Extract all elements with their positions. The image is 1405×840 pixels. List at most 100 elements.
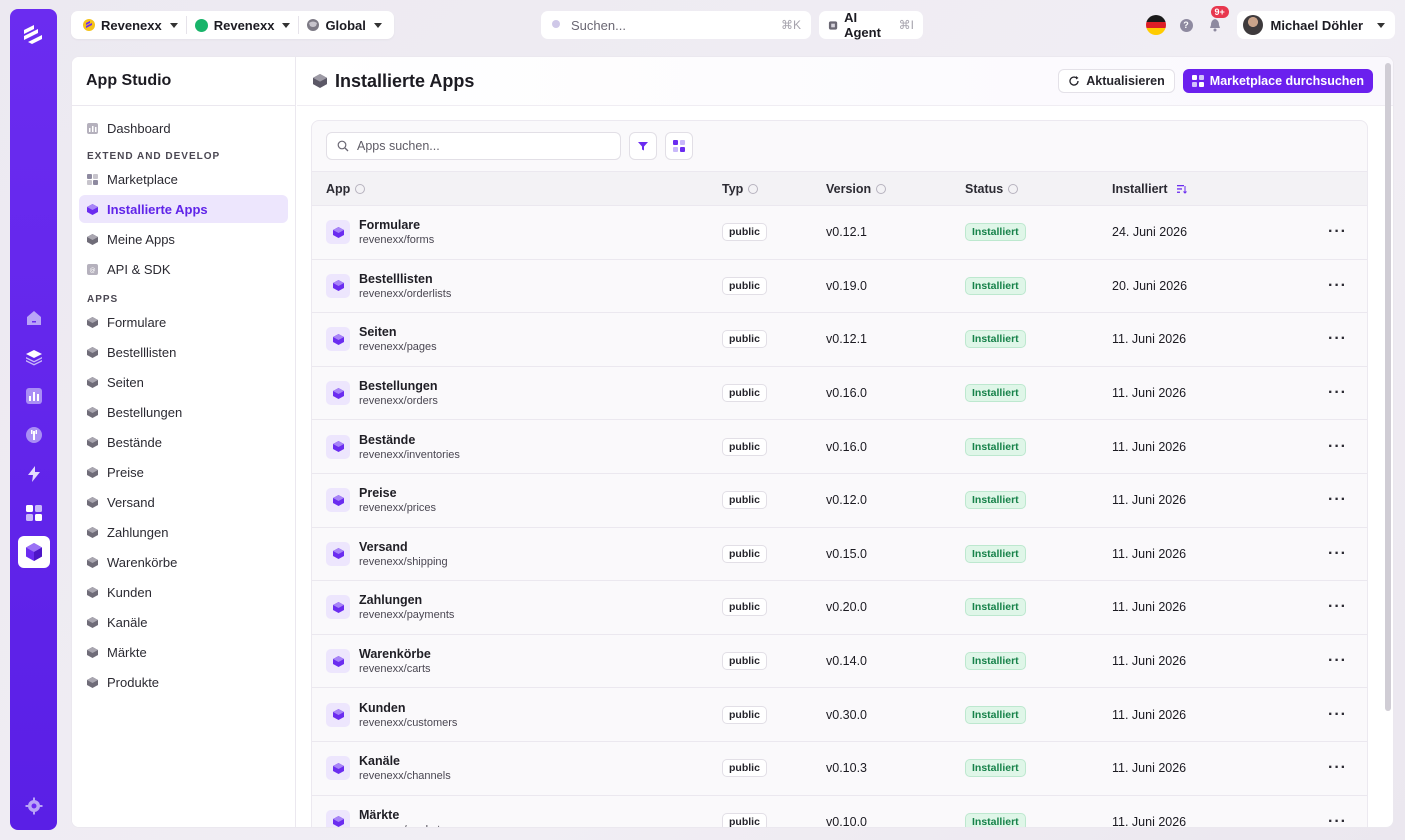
more-options-icon[interactable]: ···	[1328, 223, 1347, 240]
table-row[interactable]: Warenkörbe revenexx/carts public v0.14.0 Ins…	[312, 634, 1367, 689]
sidebar-app-item[interactable]: Kunden	[79, 578, 288, 606]
more-options-icon[interactable]: ···	[1328, 598, 1347, 615]
cell-actions: ···	[1307, 741, 1367, 796]
table-row[interactable]: Formulare revenexx/forms public v0.12.1 Inst…	[312, 205, 1367, 260]
table-row[interactable]: Preise revenexx/prices public v0.12.0 Instal…	[312, 473, 1367, 528]
more-options-icon[interactable]: ···	[1328, 384, 1347, 401]
cell-status: Installiert	[965, 527, 1112, 582]
type-badge: public	[722, 223, 767, 242]
sidebar-app-item[interactable]: Seiten	[79, 368, 288, 396]
sidebar-item-marketplace[interactable]: Marketplace	[79, 165, 288, 193]
sidebar-app-item[interactable]: Produkte	[79, 668, 288, 696]
filter-button[interactable]	[629, 132, 657, 160]
tenant-selector-1[interactable]: Revenexx	[75, 14, 186, 36]
apps-grid-icon[interactable]	[18, 497, 50, 529]
app-name[interactable]: Märkte	[359, 808, 446, 822]
table-row[interactable]: Bestände revenexx/inventories public v0.16.…	[312, 419, 1367, 474]
german-flag-icon[interactable]	[1145, 15, 1166, 35]
status-badge: Installiert	[965, 705, 1026, 724]
help-icon[interactable]: ?	[1179, 18, 1193, 32]
app-name[interactable]: Kunden	[359, 701, 457, 715]
global-search-input[interactable]: Suchen... ⌘K	[541, 11, 811, 39]
ai-agent-button[interactable]: AI Agent ⌘I	[819, 10, 923, 40]
column-app[interactable]: App	[312, 171, 722, 206]
app-name[interactable]: Formulare	[359, 218, 434, 232]
more-options-icon[interactable]: ···	[1328, 277, 1347, 294]
table-row[interactable]: Kunden revenexx/customers public v0.30.0 Ins…	[312, 687, 1367, 742]
settings-gear-icon[interactable]	[18, 794, 50, 818]
more-options-icon[interactable]: ···	[1328, 545, 1347, 562]
column-version[interactable]: Version	[826, 171, 965, 206]
table-row[interactable]: Bestelllisten revenexx/orderlists public v0…	[312, 259, 1367, 314]
cube-icon	[87, 526, 98, 538]
user-menu[interactable]: Michael Döhler	[1236, 11, 1395, 39]
app-cube-icon	[326, 809, 350, 827]
browse-marketplace-button[interactable]: Marketplace durchsuchen	[1182, 69, 1373, 93]
sidebar-app-item[interactable]: Versand	[79, 488, 288, 516]
more-options-icon[interactable]: ···	[1328, 438, 1347, 455]
sidebar-item-dashboard[interactable]: Dashboard	[79, 114, 288, 142]
table-row[interactable]: Zahlungen revenexx/payments public v0.20.0 I…	[312, 580, 1367, 635]
app-name[interactable]: Warenkörbe	[359, 647, 431, 661]
brand-logo-icon[interactable]	[19, 20, 49, 50]
browse-marketplace-label: Marketplace durchsuchen	[1209, 74, 1364, 88]
lightning-icon[interactable]	[18, 458, 50, 490]
dashboard-icon	[87, 122, 98, 134]
cell-actions: ···	[1307, 419, 1367, 474]
version-text: v0.14.0	[826, 654, 868, 669]
column-installed[interactable]: Installiert	[1112, 171, 1307, 206]
more-options-icon[interactable]: ···	[1328, 706, 1347, 723]
app-studio-cube-icon[interactable]	[17, 536, 50, 568]
cell-actions: ···	[1307, 205, 1367, 260]
sidebar-app-item[interactable]: Kanäle	[79, 608, 288, 636]
cell-status: Installiert	[965, 312, 1112, 367]
sidebar-item-api-sdk[interactable]: @ API & SDK	[79, 255, 288, 283]
plug-icon[interactable]	[18, 419, 50, 451]
sidebar-app-item[interactable]: Formulare	[79, 308, 288, 336]
tenant-selector-2[interactable]: Revenexx	[187, 14, 299, 36]
column-type[interactable]: Typ	[722, 171, 826, 206]
app-name[interactable]: Bestände	[359, 433, 460, 447]
more-options-icon[interactable]: ···	[1328, 652, 1347, 669]
sidebar-app-item[interactable]: Bestelllisten	[79, 338, 288, 366]
more-options-icon[interactable]: ···	[1328, 330, 1347, 347]
app-name[interactable]: Seiten	[359, 325, 437, 339]
sidebar-item-label: Produkte	[107, 674, 160, 690]
status-badge: Installiert	[965, 598, 1026, 617]
table-row[interactable]: Versand revenexx/shipping public v0.15.0 Ins…	[312, 527, 1367, 582]
sidebar-app-item[interactable]: Zahlungen	[79, 518, 288, 546]
view-toggle-button[interactable]	[665, 132, 693, 160]
cell-version: v0.16.0	[826, 419, 965, 474]
sidebar-app-item[interactable]: Bestellungen	[79, 398, 288, 426]
revenexx-logo-icon	[83, 19, 95, 31]
apps-search-input[interactable]: Apps suchen...	[326, 132, 621, 160]
sidebar-app-item[interactable]: Warenkörbe	[79, 548, 288, 576]
analytics-icon[interactable]	[18, 380, 50, 412]
sidebar-app-item[interactable]: Preise	[79, 458, 288, 486]
sidebar-app-item[interactable]: Bestände	[79, 428, 288, 456]
table-row[interactable]: Bestellungen revenexx/orders public v0.16.0…	[312, 366, 1367, 421]
more-options-icon[interactable]: ···	[1328, 759, 1347, 776]
scrollbar[interactable]	[1385, 63, 1391, 711]
column-status[interactable]: Status	[965, 171, 1112, 206]
sidebar-item-my-apps[interactable]: Meine Apps	[79, 225, 288, 253]
layers-icon[interactable]	[18, 341, 50, 373]
sidebar-app-item[interactable]: Märkte	[79, 638, 288, 666]
sidebar-item-installed-apps[interactable]: Installierte Apps	[79, 195, 288, 223]
table-row[interactable]: Kanäle revenexx/channels public v0.10.3 Inst…	[312, 741, 1367, 796]
app-name[interactable]: Zahlungen	[359, 593, 454, 607]
sidebar-item-label: Bestände	[107, 434, 162, 450]
more-options-icon[interactable]: ···	[1328, 813, 1347, 827]
scope-selector[interactable]: Global	[299, 14, 389, 36]
notification-bell-icon[interactable]: 9+	[1207, 6, 1229, 33]
app-name[interactable]: Bestelllisten	[359, 272, 451, 286]
more-options-icon[interactable]: ···	[1328, 491, 1347, 508]
refresh-button[interactable]: Aktualisieren	[1058, 69, 1175, 93]
app-name[interactable]: Kanäle	[359, 754, 451, 768]
app-name[interactable]: Preise	[359, 486, 436, 500]
home-icon[interactable]	[18, 302, 50, 334]
app-name[interactable]: Bestellungen	[359, 379, 438, 393]
table-row[interactable]: Märkte revenexx/markets public v0.10.0 Insta…	[312, 795, 1367, 827]
app-name[interactable]: Versand	[359, 540, 448, 554]
table-row[interactable]: Seiten revenexx/pages public v0.12.1 Install…	[312, 312, 1367, 367]
